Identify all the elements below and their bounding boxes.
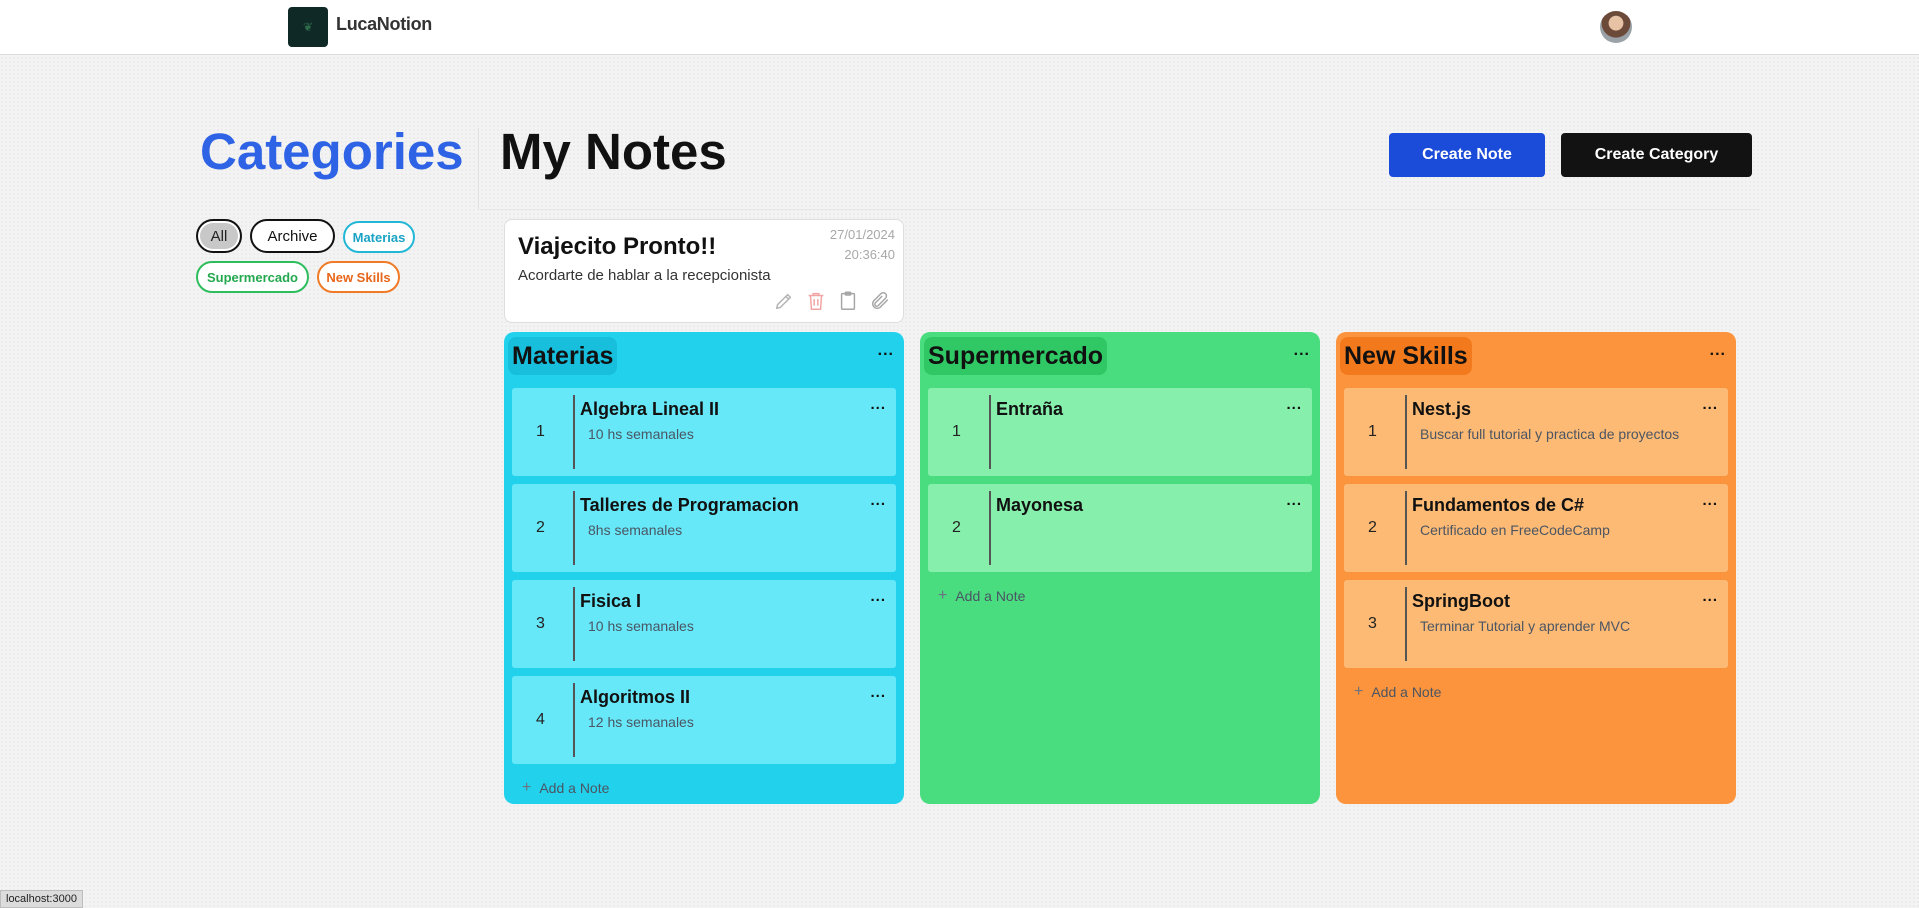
plus-icon: + (1354, 683, 1364, 700)
column-materias: Materias ... 1 Algebra Lineal II 10 hs s… (504, 332, 904, 804)
item-title: Entraña (996, 399, 1064, 419)
item-description: Terminar Tutorial y aprender MVC (1420, 618, 1631, 634)
item-divider (1405, 395, 1407, 469)
create-category-button[interactable]: Create Category (1561, 133, 1752, 177)
item-divider (573, 395, 575, 469)
item-number: 1 (536, 423, 545, 440)
filter-chip-supermercado[interactable]: Supermercado (196, 261, 309, 293)
note-card[interactable]: Viajecito Pronto!! Acordarte de hablar a… (504, 219, 904, 323)
column-title[interactable]: Supermercado (924, 337, 1108, 375)
list-item[interactable]: 2 Mayonesa ... (928, 484, 1312, 572)
note-actions (773, 290, 891, 312)
item-number: 3 (1368, 615, 1377, 632)
more-options-icon[interactable]: ... (870, 492, 886, 509)
more-options-icon[interactable]: ... (870, 588, 886, 605)
top-navbar: ❦ LucaNotion (0, 0, 1919, 55)
categories-heading: Categories (200, 123, 464, 180)
leaf-logo-icon: ❦ (302, 20, 314, 34)
item-divider (573, 587, 575, 661)
plus-icon: + (938, 587, 948, 604)
plus-icon: + (522, 779, 532, 796)
item-title: Mayonesa (996, 495, 1084, 515)
add-note-button[interactable]: + Add a Note (1354, 683, 1441, 701)
item-description: Buscar full tutorial y practica de proye… (1420, 426, 1680, 442)
app-logo[interactable]: ❦ (288, 7, 328, 47)
my-notes-heading: My Notes (500, 123, 727, 180)
more-options-icon[interactable]: ... (1710, 342, 1726, 360)
list-item[interactable]: 3 SpringBoot Terminar Tutorial y aprende… (1344, 580, 1728, 668)
item-title: SpringBoot (1412, 591, 1510, 611)
column-title[interactable]: Materias (508, 337, 618, 375)
more-options-icon[interactable]: ... (1294, 342, 1310, 360)
user-avatar[interactable] (1600, 11, 1632, 43)
item-description: 8hs semanales (588, 522, 683, 538)
more-options-icon[interactable]: ... (870, 396, 886, 413)
more-options-icon[interactable]: ... (870, 684, 886, 701)
column-title[interactable]: New Skills (1340, 337, 1472, 375)
item-number: 2 (536, 519, 545, 536)
list-item[interactable]: 3 Fisica I 10 hs semanales ... (512, 580, 896, 668)
status-bar: localhost:3000 (0, 890, 83, 908)
note-date: 27/01/2024 (829, 227, 895, 242)
filter-chip-new-skills[interactable]: New Skills (317, 261, 400, 293)
item-divider (1405, 587, 1407, 661)
item-number: 1 (952, 423, 961, 440)
more-options-icon[interactable]: ... (1702, 492, 1718, 509)
item-description: Certificado en FreeCodeCamp (1420, 522, 1610, 538)
pencil-icon[interactable] (773, 290, 795, 312)
add-note-button[interactable]: + Add a Note (522, 779, 609, 797)
more-options-icon[interactable]: ... (1286, 492, 1302, 509)
note-time: 20:36:40 (844, 247, 895, 262)
item-number: 2 (952, 519, 961, 536)
item-divider (573, 683, 575, 757)
create-note-button[interactable]: Create Note (1389, 133, 1545, 177)
item-description: 10 hs semanales (588, 618, 694, 634)
add-note-label: Add a Note (539, 780, 610, 796)
list-item[interactable]: 1 Nest.js Buscar full tutorial y practic… (1344, 388, 1728, 476)
app-name[interactable]: LucaNotion (336, 14, 432, 35)
item-number: 4 (536, 711, 545, 728)
item-number: 3 (536, 615, 545, 632)
item-description: 12 hs semanales (588, 714, 694, 730)
more-options-icon[interactable]: ... (1702, 396, 1718, 413)
more-options-icon[interactable]: ... (1702, 588, 1718, 605)
list-item[interactable]: 1 Algebra Lineal II 10 hs semanales ... (512, 388, 896, 476)
note-description: Acordarte de hablar a la recepcionista (518, 267, 771, 284)
item-divider (573, 491, 575, 565)
item-title: Algoritmos II (580, 687, 691, 707)
item-number: 1 (1368, 423, 1377, 440)
note-title: Viajecito Pronto!! (518, 233, 717, 260)
clipboard-icon[interactable] (837, 290, 859, 312)
item-title: Algebra Lineal II (580, 399, 720, 419)
add-note-button[interactable]: + Add a Note (938, 587, 1025, 605)
item-description: 10 hs semanales (588, 426, 694, 442)
column-supermercado: Supermercado ... 1 Entraña ... 2 Mayones… (920, 332, 1320, 804)
filter-chip-archive[interactable]: Archive (250, 219, 335, 253)
vertical-divider (478, 128, 479, 210)
column-new-skills: New Skills ... 1 Nest.js Buscar full tut… (1336, 332, 1736, 804)
paperclip-icon[interactable] (869, 290, 891, 312)
list-item[interactable]: 4 Algoritmos II 12 hs semanales ... (512, 676, 896, 764)
filter-chip-all[interactable]: All (196, 219, 242, 253)
item-number: 2 (1368, 519, 1377, 536)
item-title: Fisica I (580, 591, 642, 611)
item-divider (989, 491, 991, 565)
list-item[interactable]: 1 Entraña ... (928, 388, 1312, 476)
item-title: Nest.js (1412, 399, 1472, 419)
horizontal-divider (480, 209, 1760, 210)
note-timestamp: 27/01/2024 20:36:40 (830, 225, 895, 265)
more-options-icon[interactable]: ... (878, 342, 894, 360)
add-note-label: Add a Note (1371, 684, 1442, 700)
list-item[interactable]: 2 Fundamentos de C# Certificado en FreeC… (1344, 484, 1728, 572)
item-title: Talleres de Programacion (580, 495, 799, 515)
list-item[interactable]: 2 Talleres de Programacion 8hs semanales… (512, 484, 896, 572)
trash-icon[interactable] (805, 290, 827, 312)
add-note-label: Add a Note (955, 588, 1026, 604)
more-options-icon[interactable]: ... (1286, 396, 1302, 413)
filter-chip-materias[interactable]: Materias (343, 221, 415, 253)
item-divider (989, 395, 991, 469)
item-title: Fundamentos de C# (1412, 495, 1585, 515)
item-divider (1405, 491, 1407, 565)
